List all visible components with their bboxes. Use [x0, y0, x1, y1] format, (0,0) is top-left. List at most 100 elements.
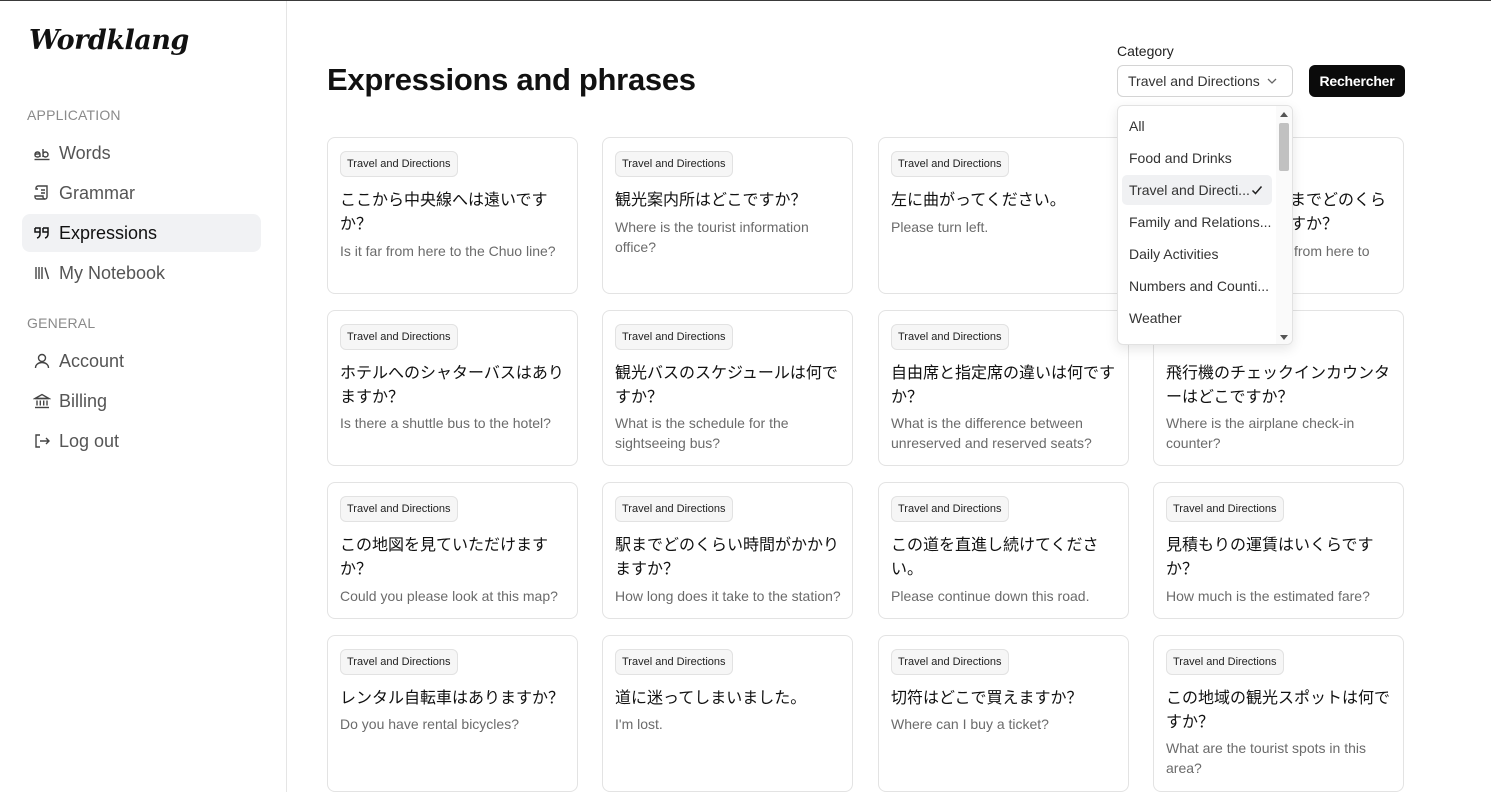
- category-badge: Travel and Directions: [340, 649, 458, 675]
- library-icon: [33, 264, 51, 282]
- quote-icon: [33, 224, 51, 242]
- ab-icon: [33, 144, 51, 162]
- sidebar-item-label: Billing: [59, 390, 108, 411]
- english-translation: Where is the airplane check-in counter?: [1166, 415, 1355, 451]
- japanese-phrase: ここから中央線へは遠いですか？: [340, 190, 548, 233]
- english-translation: Please turn left.: [891, 219, 989, 235]
- sidebar-item-account[interactable]: Account: [22, 342, 261, 380]
- sidebar-item-label: My Notebook: [59, 262, 166, 283]
- expression-card[interactable]: Travel and Directions 見積もりの運賃はいくらですか？ Ho…: [1153, 482, 1404, 619]
- category-badge: Travel and Directions: [891, 649, 1009, 675]
- japanese-phrase: 道に迷ってしまいました。: [615, 688, 807, 707]
- english-translation: Please continue down this road.: [891, 588, 1090, 604]
- chevron-down-icon: [1267, 78, 1277, 84]
- scrollbar-thumb[interactable]: [1279, 123, 1289, 171]
- category-badge: Travel and Directions: [615, 151, 733, 177]
- category-select-value: Travel and Directions: [1128, 73, 1260, 89]
- japanese-phrase: この地域の観光スポットは何ですか？: [1166, 688, 1391, 731]
- category-badge: Travel and Directions: [1166, 496, 1284, 522]
- category-option-label: Travel and Directi...: [1129, 182, 1250, 198]
- english-translation: What are the tourist spots in this area?: [1166, 740, 1366, 776]
- japanese-phrase: レンタル自転車はありますか？: [340, 688, 565, 707]
- category-option-weather[interactable]: Weather: [1122, 303, 1272, 333]
- sidebar-item-billing[interactable]: Billing: [22, 382, 261, 420]
- japanese-phrase: 見積もりの運賃はいくらですか？: [1166, 535, 1374, 578]
- japanese-phrase: 駅までどのくらい時間がかかりますか？: [615, 535, 840, 578]
- category-badge: Travel and Directions: [891, 151, 1009, 177]
- expression-card[interactable]: Travel and Directions 道に迷ってしまいました。 I'm l…: [602, 635, 853, 792]
- english-translation: How long does it take to the station?: [615, 588, 841, 604]
- sidebar: Wordklang APPLICATION Words Grammar Expr…: [0, 1, 287, 792]
- sidebar-item-words[interactable]: Words: [22, 134, 261, 172]
- expression-card[interactable]: Travel and Directions 観光バスのスケジュールは何ですか？ …: [602, 310, 853, 466]
- bank-icon: [33, 392, 51, 410]
- japanese-phrase: 左に曲がってください。: [891, 190, 1066, 209]
- sidebar-item-label: Expressions: [59, 222, 158, 243]
- expression-card[interactable]: Travel and Directions ここから中央線へは遠いですか？ Is…: [327, 137, 578, 294]
- category-option-food-and-drinks[interactable]: Food and Drinks: [1122, 143, 1272, 173]
- expression-card[interactable]: Travel and Directions この地域の観光スポットは何ですか？ …: [1153, 635, 1404, 792]
- expression-card[interactable]: Travel and Directions 観光案内所はどこですか？ Where…: [602, 137, 853, 294]
- category-select[interactable]: Travel and Directions: [1117, 65, 1293, 97]
- app-logo[interactable]: Wordklang: [29, 25, 189, 56]
- japanese-phrase: 自由席と指定席の違いは何ですか？: [891, 363, 1116, 406]
- category-option-travel-and-directions[interactable]: Travel and Directi...: [1122, 175, 1272, 205]
- category-badge: Travel and Directions: [615, 649, 733, 675]
- expression-card[interactable]: Travel and Directions この道を直進し続けてください。 Pl…: [878, 482, 1129, 619]
- expression-card[interactable]: Travel and Directions 自由席と指定席の違いは何ですか？ W…: [878, 310, 1129, 466]
- english-translation: Where is the tourist information office?: [615, 219, 809, 255]
- category-badge: Travel and Directions: [615, 496, 733, 522]
- japanese-phrase: 観光案内所はどこですか？: [615, 190, 807, 209]
- sidebar-item-label: Grammar: [59, 182, 135, 203]
- category-badge: Travel and Directions: [340, 151, 458, 177]
- sidebar-item-log-out[interactable]: Log out: [22, 422, 261, 460]
- sidebar-item-my-notebook[interactable]: My Notebook: [22, 254, 261, 292]
- sidebar-item-expressions[interactable]: Expressions: [22, 214, 261, 252]
- page-title: Expressions and phrases: [327, 62, 696, 97]
- category-option-all[interactable]: All: [1122, 111, 1272, 141]
- japanese-phrase: 切符はどこで買えますか？: [891, 688, 1083, 707]
- sidebar-item-label: Words: [59, 142, 111, 163]
- english-translation: Where can I buy a ticket?: [891, 716, 1049, 732]
- category-label: Category: [1117, 43, 1174, 59]
- expression-card[interactable]: Travel and Directions 左に曲がってください。 Please…: [878, 137, 1129, 294]
- expression-card[interactable]: Travel and Directions ホテルへのシャターバスはありますか？…: [327, 310, 578, 466]
- english-translation: Do you have rental bicycles?: [340, 716, 519, 732]
- category-badge: Travel and Directions: [891, 324, 1009, 350]
- category-option-family-and-relations[interactable]: Family and Relations...: [1122, 207, 1272, 237]
- category-badge: Travel and Directions: [891, 496, 1009, 522]
- user-icon: [33, 352, 51, 370]
- category-option-daily-activities[interactable]: Daily Activities: [1122, 239, 1272, 269]
- scroll-up-arrow-icon[interactable]: [1280, 112, 1288, 117]
- japanese-phrase: この道を直進し続けてください。: [891, 535, 1099, 578]
- category-badge: Travel and Directions: [615, 324, 733, 350]
- scroll-icon: [33, 184, 51, 202]
- sidebar-item-label: Log out: [59, 430, 120, 451]
- logout-icon: [33, 432, 51, 450]
- category-dropdown: All Food and Drinks Travel and Directi..…: [1117, 105, 1293, 345]
- category-option-numbers-and-counting[interactable]: Numbers and Counti...: [1122, 271, 1272, 301]
- expression-card[interactable]: Travel and Directions 駅までどのくらい時間がかかりますか？…: [602, 482, 853, 619]
- japanese-phrase: 観光バスのスケジュールは何ですか？: [615, 363, 838, 406]
- sidebar-item-label: Account: [59, 350, 125, 371]
- expression-card[interactable]: Travel and Directions レンタル自転車はありますか？ Do …: [327, 635, 578, 792]
- expression-card[interactable]: Travel and Directions 切符はどこで買えますか？ Where…: [878, 635, 1129, 792]
- expression-card[interactable]: Travel and Directions この地図を見ていただけますか？ Co…: [327, 482, 578, 619]
- english-translation: I'm lost.: [615, 716, 663, 732]
- search-button[interactable]: Rechercher: [1309, 65, 1405, 97]
- english-translation: Could you please look at this map?: [340, 588, 558, 604]
- section-label-application: APPLICATION: [27, 107, 121, 123]
- japanese-phrase: ホテルへのシャターバスはありますか？: [340, 363, 564, 406]
- english-translation: Is it far from here to the Chuo line?: [340, 243, 556, 259]
- category-badge: Travel and Directions: [340, 496, 458, 522]
- english-translation: How much is the estimated fare?: [1166, 588, 1370, 604]
- sidebar-item-grammar[interactable]: Grammar: [22, 174, 261, 212]
- dropdown-scrollbar[interactable]: [1276, 106, 1292, 344]
- section-label-general: GENERAL: [27, 315, 96, 331]
- english-translation: What is the schedule for the sightseeing…: [615, 415, 789, 451]
- japanese-phrase: この地図を見ていただけますか？: [340, 535, 549, 578]
- scroll-down-arrow-icon[interactable]: [1280, 335, 1288, 340]
- category-badge: Travel and Directions: [340, 324, 458, 350]
- english-translation: What is the difference between unreserve…: [891, 415, 1092, 451]
- category-badge: Travel and Directions: [1166, 649, 1284, 675]
